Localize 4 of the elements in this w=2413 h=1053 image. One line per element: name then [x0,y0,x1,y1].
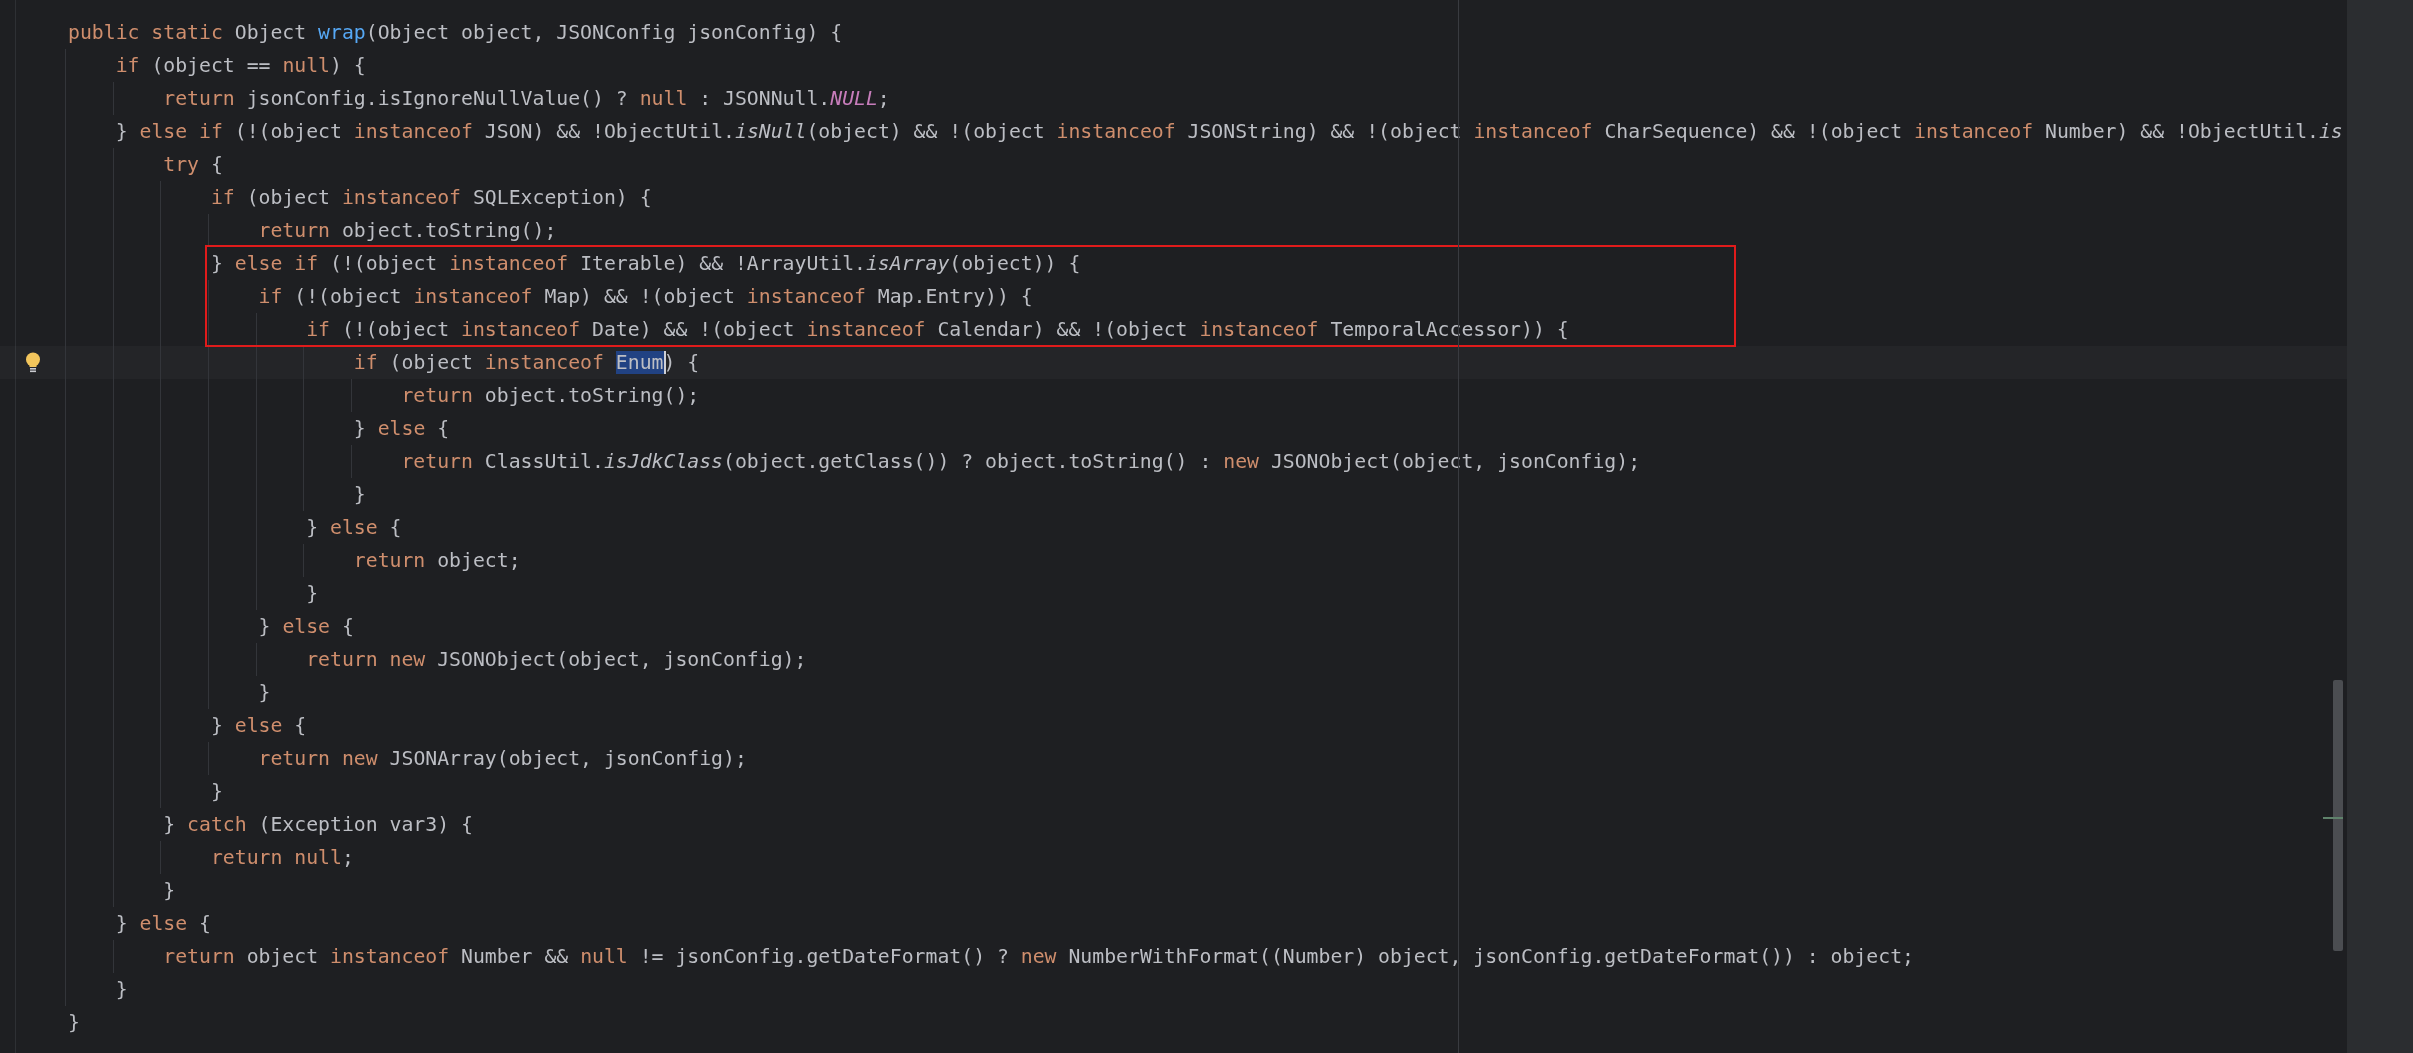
lightbulb-icon[interactable] [24,351,41,374]
scrollbar-thumb[interactable] [2333,680,2343,951]
code-editor[interactable] [0,0,2347,1053]
scrollbar-marker [2323,817,2343,819]
